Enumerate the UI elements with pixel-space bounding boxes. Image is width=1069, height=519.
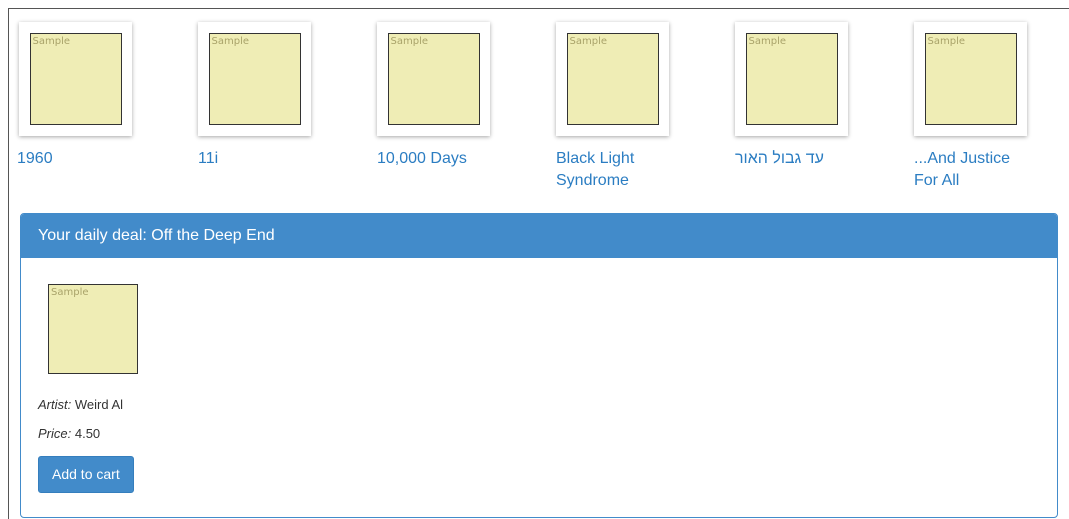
price-label: Price:: [38, 426, 72, 441]
album-art-label: Sample: [32, 36, 71, 47]
artist-label: Artist:: [38, 397, 72, 412]
artist-value: Weird Al: [74, 397, 124, 412]
album-art-label: Sample: [211, 36, 250, 47]
album-title-link[interactable]: 10,000 Days: [377, 148, 497, 170]
album-item[interactable]: Sample 11i: [198, 22, 377, 192]
daily-deal-heading: Your daily deal: Off the Deep End: [21, 214, 1057, 258]
deal-album-art-label: Sample: [51, 287, 89, 298]
album-thumbnail[interactable]: Sample: [556, 22, 669, 136]
album-art-label: Sample: [927, 36, 966, 47]
album-item[interactable]: Sample 10,000 Days: [377, 22, 556, 192]
album-thumbnail[interactable]: Sample: [19, 22, 132, 136]
album-thumbnail[interactable]: Sample: [914, 22, 1027, 136]
deal-album-art: Sample: [48, 284, 138, 374]
album-item[interactable]: Sample 1960: [17, 22, 198, 192]
album-title-link[interactable]: Black Light Syndrome: [556, 148, 676, 192]
album-item[interactable]: Sample עד גבול האור: [735, 22, 914, 192]
album-thumbnail[interactable]: Sample: [198, 22, 311, 136]
album-title-link[interactable]: ...And Justice For All: [914, 148, 1034, 192]
album-art-label: Sample: [569, 36, 608, 47]
album-art-label: Sample: [390, 36, 429, 47]
album-thumbnail[interactable]: Sample: [735, 22, 848, 136]
album-art: Sample: [208, 33, 301, 125]
deal-artist-line: Artist: Weird Al: [38, 396, 1040, 414]
album-title-link[interactable]: 1960: [17, 148, 137, 170]
album-item[interactable]: Sample Black Light Syndrome: [556, 22, 735, 192]
daily-deal-panel: Your daily deal: Off the Deep End Sample…: [20, 213, 1058, 518]
album-art: Sample: [29, 33, 122, 125]
daily-deal-body: Sample Artist: Weird Al Price: 4.50 Add …: [21, 258, 1057, 493]
album-thumbnail[interactable]: Sample: [377, 22, 490, 136]
album-title-link[interactable]: 11i: [198, 148, 318, 170]
album-art-label: Sample: [748, 36, 787, 47]
album-art: Sample: [924, 33, 1017, 125]
album-art: Sample: [745, 33, 838, 125]
add-to-cart-button[interactable]: Add to cart: [38, 456, 134, 493]
album-title-link[interactable]: עד גבול האור: [735, 148, 855, 170]
album-grid: Sample 1960 Sample 11i Sample 10,000 Day…: [17, 22, 1069, 192]
deal-price-line: Price: 4.50: [38, 425, 1040, 443]
album-art: Sample: [387, 33, 480, 125]
album-item[interactable]: Sample ...And Justice For All: [914, 22, 1069, 192]
price-value: 4.50: [74, 426, 101, 441]
album-art: Sample: [566, 33, 659, 125]
